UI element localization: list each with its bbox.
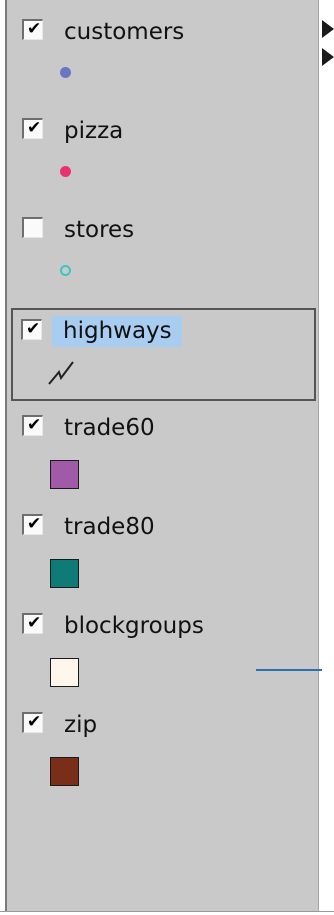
expand-arrow-icon[interactable] bbox=[322, 48, 334, 66]
polygon-symbol-icon bbox=[50, 460, 79, 489]
checkmark-icon: ✔ bbox=[27, 118, 42, 138]
point-symbol-icon bbox=[60, 166, 71, 177]
layer-name-label[interactable]: customers bbox=[64, 18, 192, 46]
layer-item-3[interactable]: ✔ highways bbox=[11, 308, 316, 401]
collapse-arrow-icon[interactable] bbox=[322, 20, 334, 38]
layer-visibility-checkbox[interactable]: ✔ bbox=[21, 319, 42, 340]
polygon-symbol-icon bbox=[50, 757, 79, 786]
layer-name-label[interactable]: stores bbox=[64, 216, 142, 244]
layer-item-1[interactable]: ✔ pizza bbox=[12, 107, 318, 203]
checkmark-icon: ✔ bbox=[27, 19, 42, 39]
layer-item-6[interactable]: ✔ blockgroups bbox=[12, 602, 318, 698]
layer-visibility-checkbox[interactable]: ✔ bbox=[22, 415, 43, 436]
polygon-symbol-icon bbox=[50, 658, 79, 687]
layer-name-label[interactable]: pizza bbox=[64, 117, 131, 145]
checkmark-icon: ✔ bbox=[27, 514, 42, 534]
checkmark-icon: ✔ bbox=[27, 613, 42, 633]
point-symbol-icon bbox=[60, 67, 71, 78]
layer-item-4[interactable]: ✔ trade60 bbox=[12, 404, 318, 500]
checkmark-icon: ✔ bbox=[26, 319, 41, 339]
layer-name-label[interactable]: trade60 bbox=[64, 414, 163, 442]
layer-visibility-checkbox[interactable]: ✔ bbox=[22, 514, 43, 535]
polygon-symbol-icon bbox=[50, 559, 79, 588]
layer-item-2[interactable]: stores bbox=[12, 206, 318, 302]
point-symbol-icon bbox=[60, 265, 71, 276]
layer-panel-window: ✔ customers ✔ pizza stores ✔ highways ✔ trade60 ✔… bbox=[0, 0, 334, 915]
layer-name-label[interactable]: trade80 bbox=[64, 513, 163, 541]
layer-visibility-checkbox[interactable] bbox=[22, 217, 43, 238]
layer-item-0[interactable]: ✔ customers bbox=[12, 8, 318, 104]
checkmark-icon: ✔ bbox=[27, 712, 42, 732]
panel-bottom-border bbox=[0, 911, 334, 915]
layer-item-7[interactable]: ✔ zip bbox=[12, 701, 318, 797]
layer-visibility-checkbox[interactable]: ✔ bbox=[22, 19, 43, 40]
layer-visibility-checkbox[interactable]: ✔ bbox=[22, 118, 43, 139]
layer-item-5[interactable]: ✔ trade80 bbox=[12, 503, 318, 599]
layer-name-label[interactable]: zip bbox=[64, 711, 105, 739]
layer-name-label[interactable]: highways bbox=[52, 316, 182, 347]
line-symbol-icon bbox=[48, 361, 74, 385]
panel-left-border bbox=[0, 0, 7, 915]
checkmark-icon: ✔ bbox=[27, 415, 42, 435]
layer-visibility-checkbox[interactable]: ✔ bbox=[22, 613, 43, 634]
layer-name-label[interactable]: blockgroups bbox=[64, 612, 212, 640]
layer-visibility-checkbox[interactable]: ✔ bbox=[22, 712, 43, 733]
map-view-edge[interactable] bbox=[322, 0, 334, 912]
